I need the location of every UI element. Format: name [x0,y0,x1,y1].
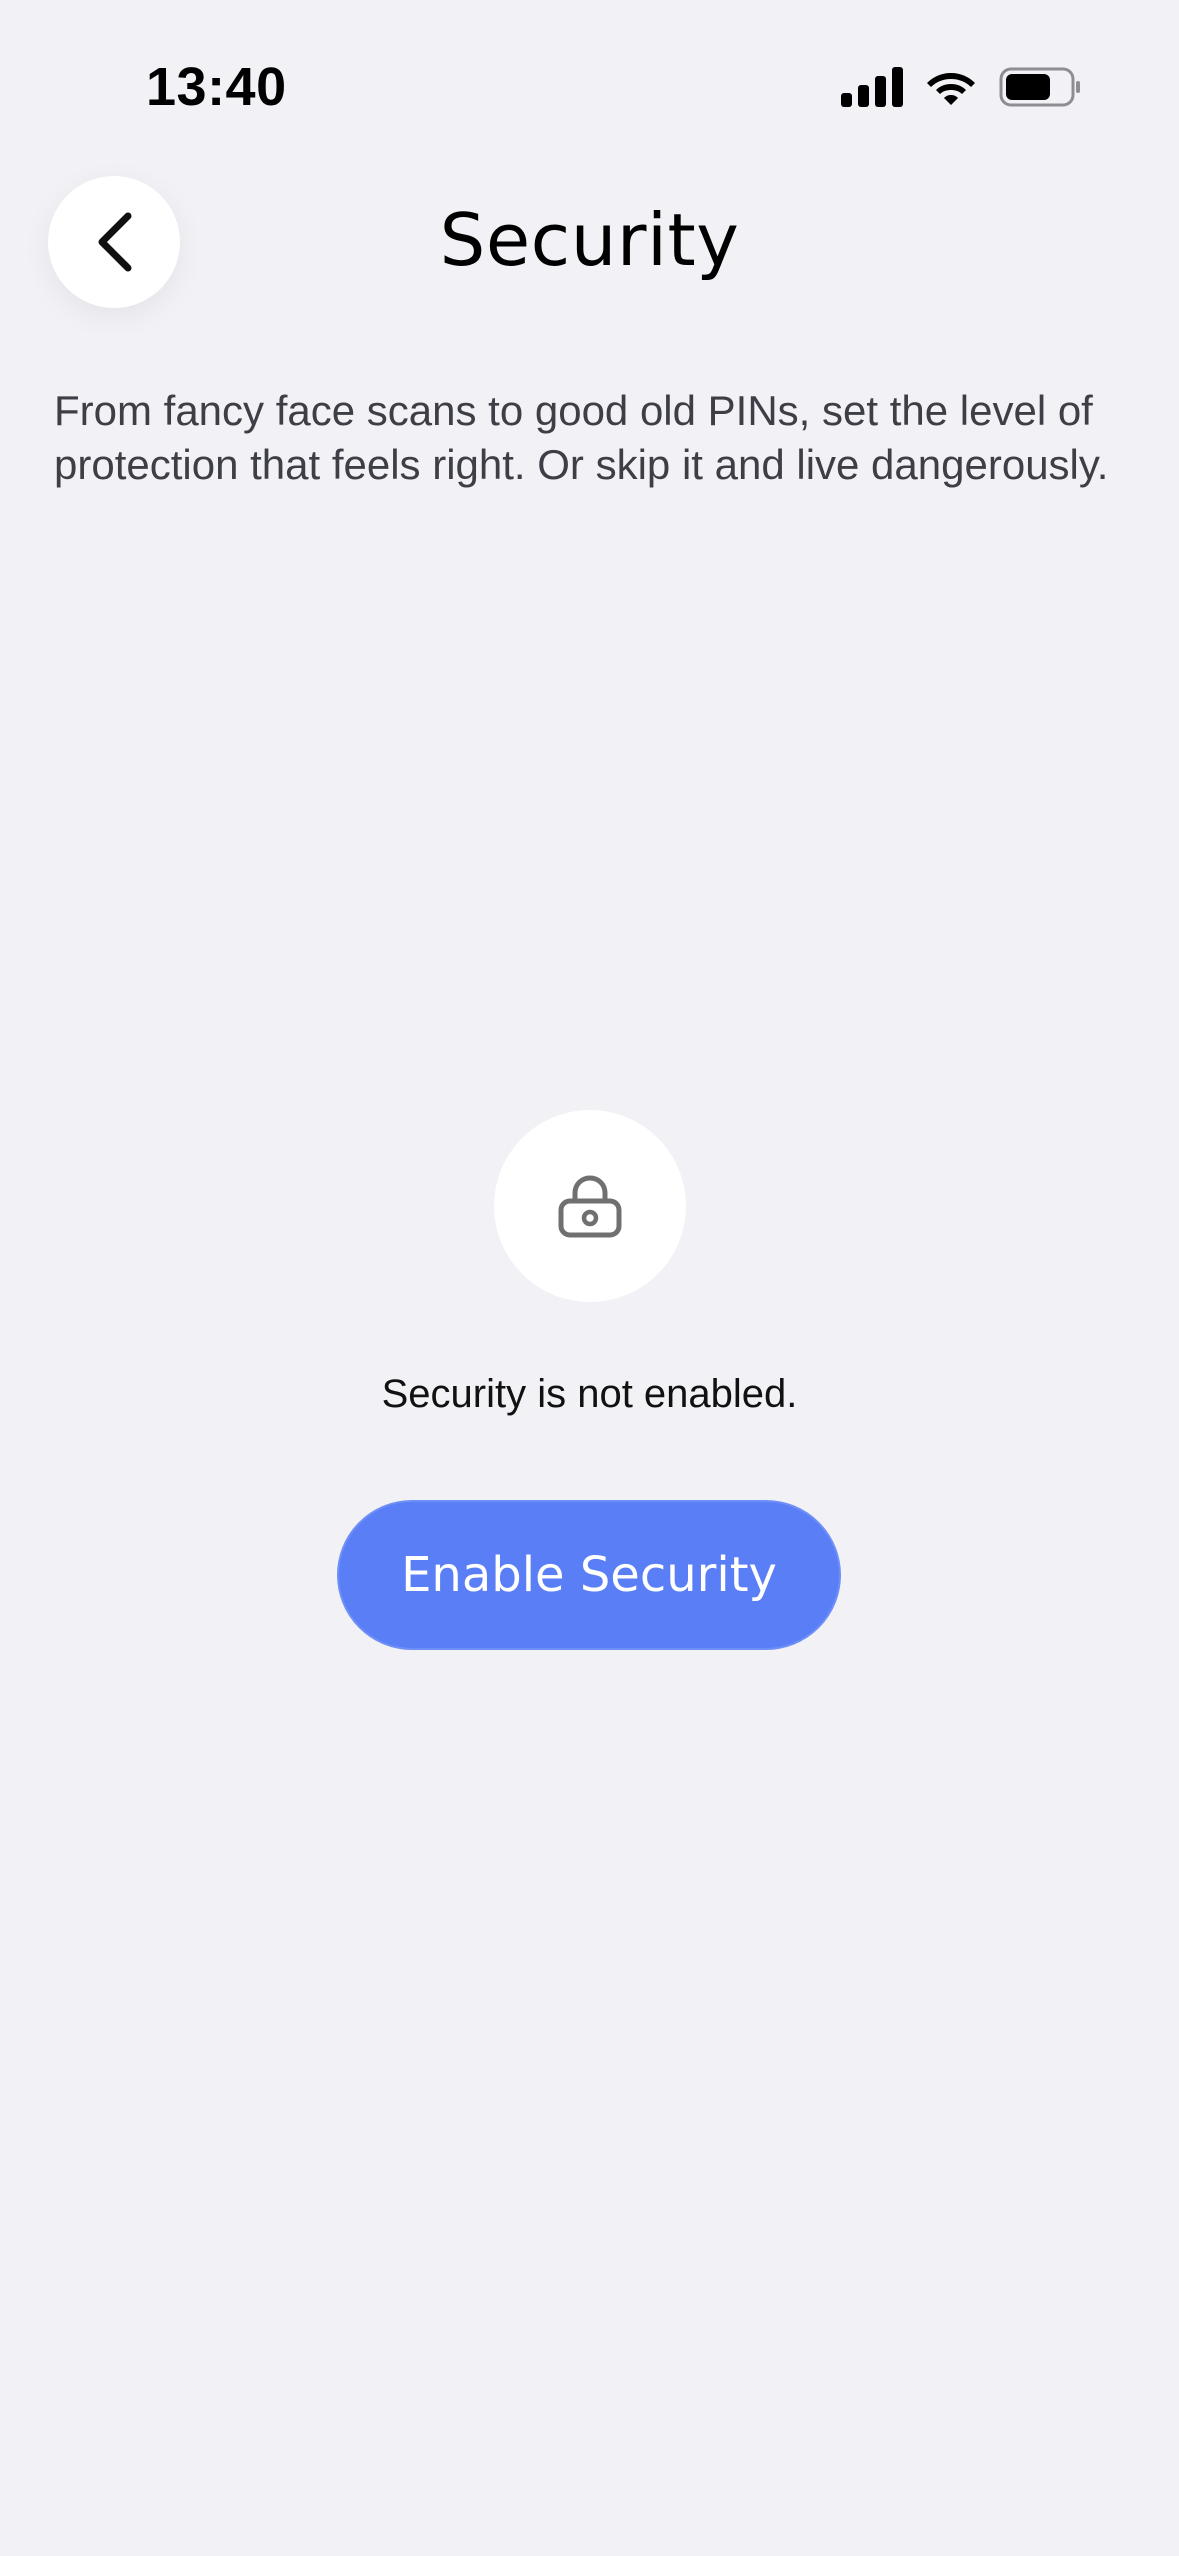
cellular-signal-icon [841,67,903,107]
status-icons [841,64,1081,110]
battery-icon [999,67,1080,107]
wifi-icon [927,73,975,105]
security-status-message: Security is not enabled. [381,1372,798,1416]
status-bar: 13:40 [0,0,1179,170]
lock-icon-container [494,1110,686,1302]
page-title: Security [439,198,740,282]
status-time: 13:40 [146,57,287,117]
enable-security-button[interactable]: Enable Security [337,1500,841,1650]
lock-icon [558,1175,622,1238]
page-description: From fancy face scans to good old PINs, … [54,387,1109,488]
